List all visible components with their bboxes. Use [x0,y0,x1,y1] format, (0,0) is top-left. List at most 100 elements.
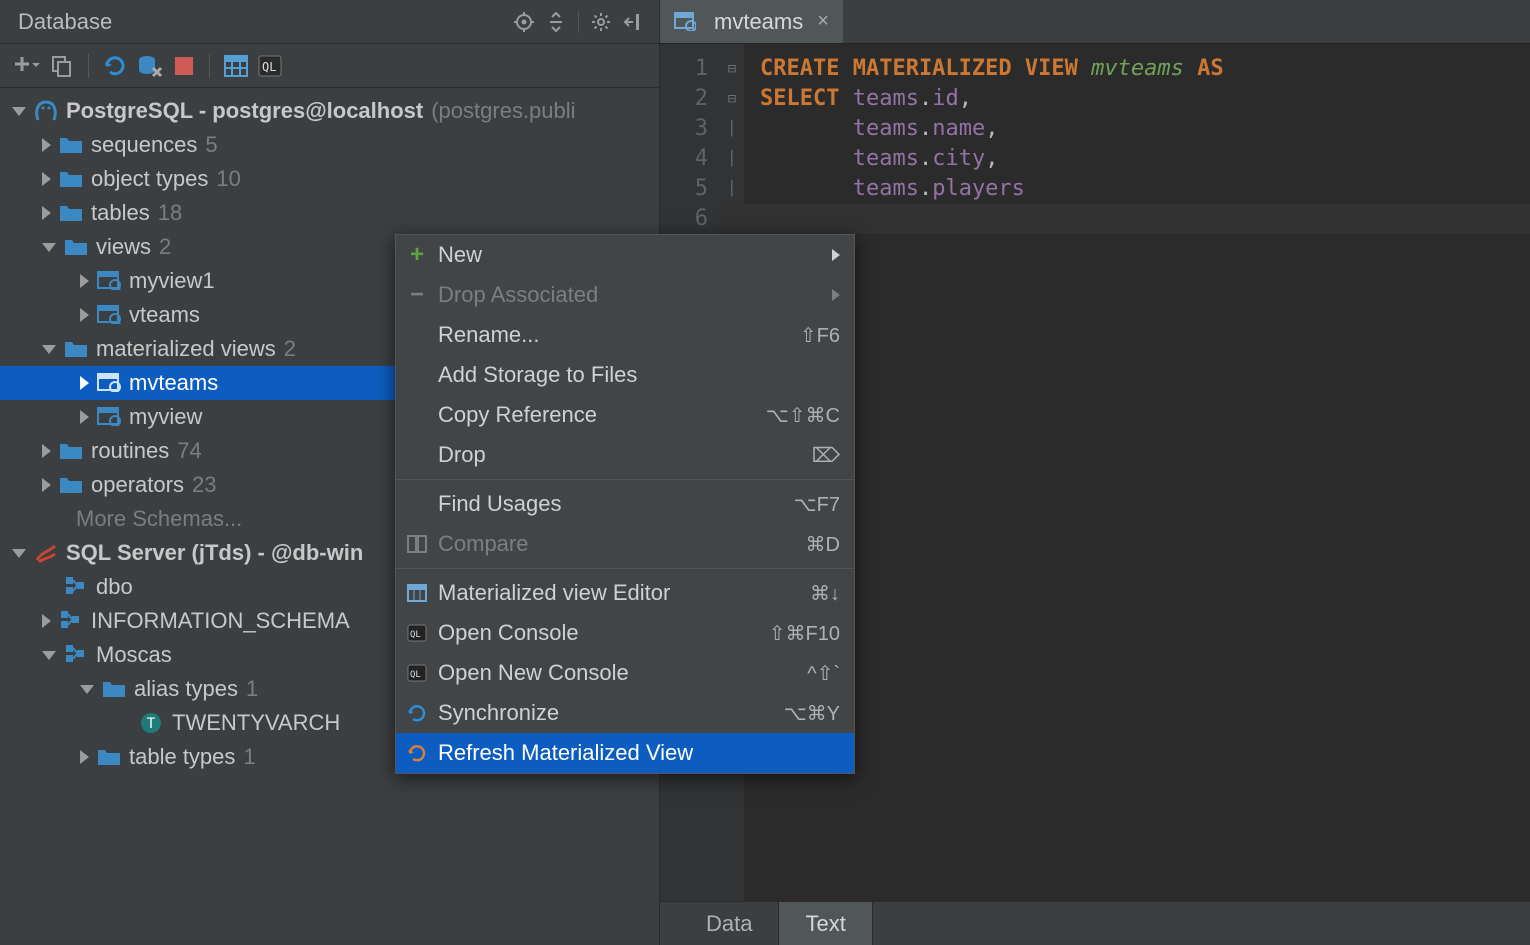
chevron-right-icon[interactable] [42,172,51,186]
line-number: 4 [660,144,708,174]
shortcut: ⌘↓ [810,581,840,606]
tree-node-tables[interactable]: tables18 [0,196,659,230]
chevron-down-icon[interactable] [12,107,26,116]
flatten-icon[interactable] [540,6,572,38]
materialized-view-icon [97,372,121,394]
svg-text:QL: QL [410,630,421,640]
shortcut: ⌦ [812,443,840,468]
materialized-view-icon [97,406,121,428]
line-number: 3 [660,114,708,144]
folder-icon [59,474,83,496]
shortcut: ⌘D [806,532,840,557]
shortcut: ⌥F7 [794,492,840,517]
fold-marker[interactable]: ⊟ [720,54,744,84]
line-number: 5 [660,174,708,204]
sync-icon [406,703,428,723]
gear-icon[interactable] [585,6,617,38]
panel-header: Database [0,0,659,44]
more-schemas-label: More Schemas... [76,506,242,532]
chevron-down-icon[interactable] [42,651,56,660]
menu-drop[interactable]: Drop ⌦ [396,435,854,475]
shortcut: ⌥⇧⌘C [766,403,840,428]
refresh-button[interactable] [103,54,127,78]
target-icon[interactable] [508,6,540,38]
sqlserver-icon [34,542,58,564]
materialized-view-icon [674,11,698,33]
menu-refresh-materialized-view[interactable]: Refresh Materialized View [396,733,854,773]
arrow-placeholder [42,580,56,594]
compare-icon [406,535,428,553]
editor-tab-label: mvteams [714,9,803,35]
line-number: 2 [660,84,708,114]
folder-icon [97,746,121,768]
chevron-right-icon[interactable] [80,750,89,764]
folder-icon [59,168,83,190]
chevron-down-icon[interactable] [42,243,56,252]
menu-copy-reference[interactable]: Copy Reference ⌥⇧⌘C [396,395,854,435]
fold-marker[interactable]: ⊟ [720,84,744,114]
menu-open-console[interactable]: QL Open Console ⇧⌘F10 [396,613,854,653]
datasource-suffix: (postgres.publi [431,98,575,124]
chevron-right-icon[interactable] [42,206,51,220]
chevron-down-icon[interactable] [42,345,56,354]
close-icon[interactable]: × [817,10,829,33]
menu-new[interactable]: + New [396,235,854,275]
folder-icon [64,236,88,258]
stop-button[interactable] [173,55,195,77]
chevron-right-icon [832,289,840,301]
tab-text[interactable]: Text [779,902,872,945]
menu-synchronize[interactable]: Synchronize ⌥⌘Y [396,693,854,733]
svg-text:T: T [147,716,156,732]
line-number: 6 [660,204,708,234]
editor-tabs: mvteams × [660,0,1530,44]
current-line-highlight [660,204,1530,234]
menu-rename[interactable]: Rename... ⇧F6 [396,315,854,355]
chevron-right-icon [832,249,840,261]
chevron-down-icon[interactable] [80,685,94,694]
editor-tab-mvteams[interactable]: mvteams × [660,0,844,43]
chevron-right-icon[interactable] [42,478,51,492]
chevron-right-icon[interactable] [42,138,51,152]
datasource-label: SQL Server (jTds) - @db-win [66,540,363,565]
datasource-postgres[interactable]: PostgreSQL - postgres@localhost (postgre… [0,94,659,128]
duplicate-button[interactable] [50,54,74,78]
shortcut: ^⇧` [807,661,840,686]
chevron-right-icon[interactable] [42,614,51,628]
chevron-right-icon[interactable] [80,308,89,322]
svg-text:QL: QL [410,670,421,680]
shortcut: ⌥⌘Y [784,701,840,726]
menu-find-usages[interactable]: Find Usages ⌥F7 [396,484,854,524]
shortcut: ⇧F6 [800,323,840,348]
tab-data[interactable]: Data [680,902,779,945]
menu-add-storage[interactable]: Add Storage to Files [396,355,854,395]
menu-open-new-console[interactable]: QL Open New Console ^⇧` [396,653,854,693]
chevron-right-icon[interactable] [42,444,51,458]
line-number: 1 [660,54,708,84]
datasource-properties-button[interactable] [137,54,163,78]
fold-guide: │ [720,144,744,174]
schema-icon [59,610,83,632]
folder-icon [64,338,88,360]
arrow-placeholder [118,716,132,730]
database-toolbar: QL [0,44,659,88]
add-button[interactable] [14,54,40,78]
chevron-down-icon[interactable] [12,549,26,558]
panel-title: Database [18,9,508,35]
refresh-icon [406,743,428,763]
schema-icon [64,644,88,666]
folder-icon [59,440,83,462]
tree-node-sequences[interactable]: sequences5 [0,128,659,162]
chevron-right-icon[interactable] [80,274,89,288]
folder-icon [102,678,126,700]
console-icon: QL [406,624,428,642]
type-icon: T [140,712,164,734]
open-console-button[interactable]: QL [258,55,282,77]
chevron-right-icon[interactable] [80,376,89,390]
hide-icon[interactable] [617,6,649,38]
chevron-right-icon[interactable] [80,410,89,424]
table-editor-button[interactable] [224,55,248,77]
menu-materialized-view-editor[interactable]: Materialized view Editor ⌘↓ [396,573,854,613]
postgres-icon [34,100,58,122]
tree-node-object-types[interactable]: object types10 [0,162,659,196]
view-icon [97,304,121,326]
